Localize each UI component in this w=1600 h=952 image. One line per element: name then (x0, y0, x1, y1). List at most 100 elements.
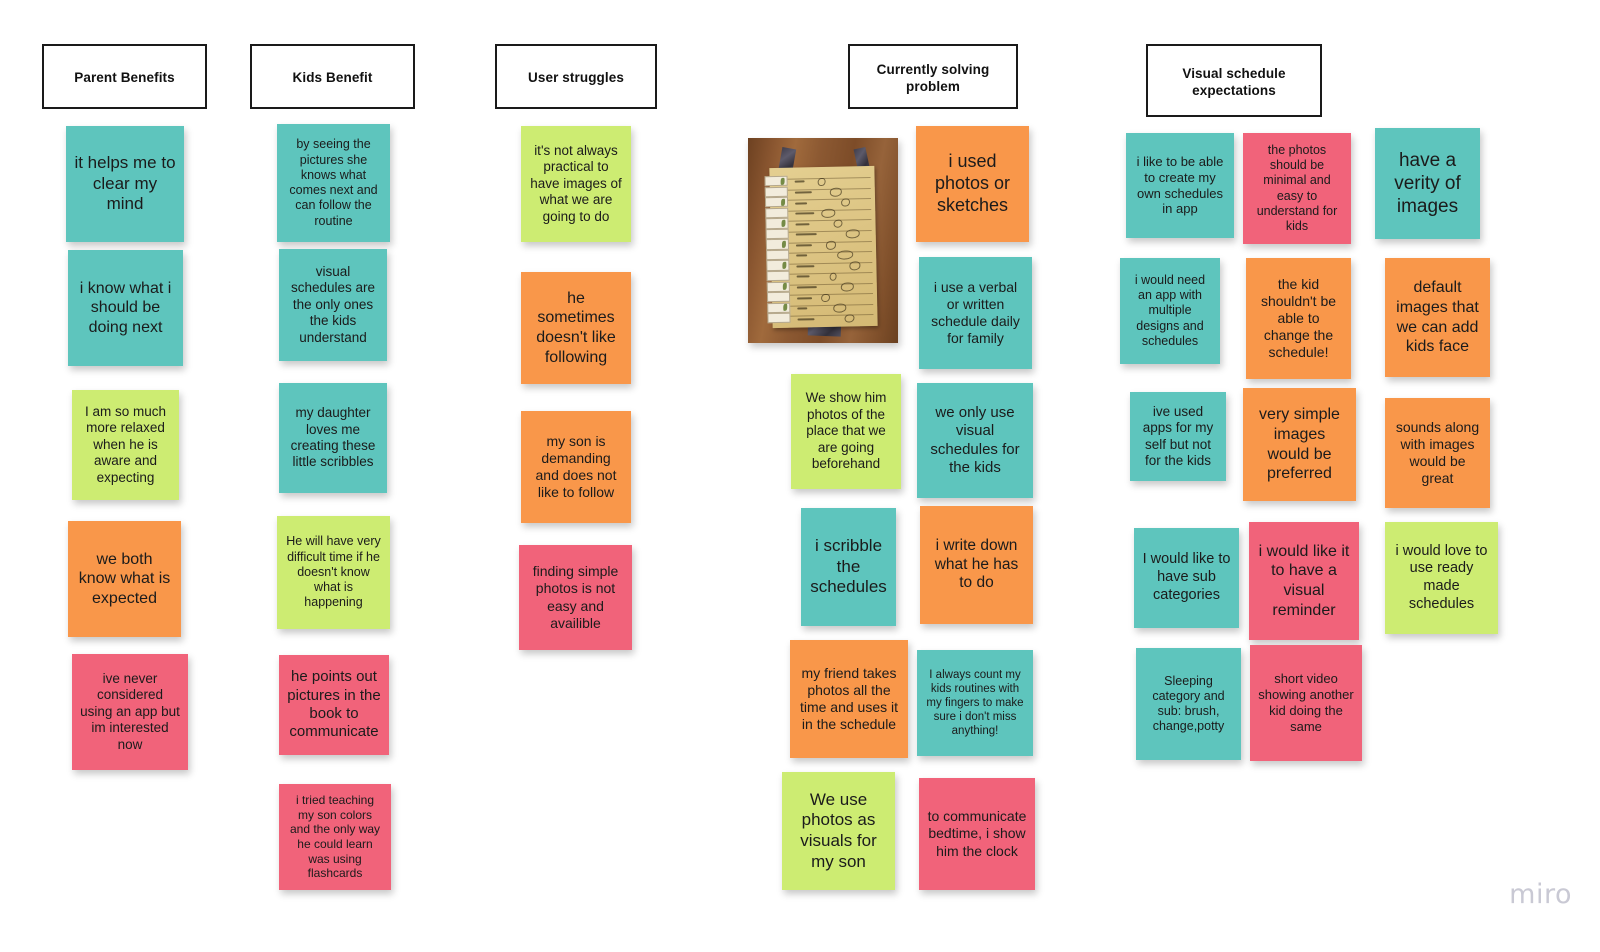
sticky-note-text: to communicate bedtime, i show him the c… (927, 808, 1027, 859)
photo-handwriting-stroke (796, 296, 812, 299)
sticky-note[interactable]: We show him photos of the place that we … (791, 374, 901, 489)
sticky-note[interactable]: it helps me to clear my mind (66, 126, 184, 242)
photo-handwriting-stroke (796, 264, 814, 268)
sticky-note[interactable]: my friend takes photos all the time and … (790, 640, 908, 758)
sticky-note-text: We use photos as visuals for my son (800, 789, 877, 871)
sticky-note-text: the kid shouldn't be able to change the … (1260, 275, 1337, 361)
photo-sketch-doodle (817, 177, 825, 187)
photo-handwriting-stroke (796, 275, 809, 278)
sticky-note-text: my friend takes photos all the time and … (799, 664, 899, 733)
photo-time-label (766, 312, 790, 324)
photo-time-label (766, 291, 790, 303)
sticky-note[interactable]: He will have very difficult time if he d… (277, 516, 390, 629)
sticky-note[interactable]: to communicate bedtime, i show him the c… (919, 778, 1035, 890)
sticky-note[interactable]: I would like to have sub categories (1134, 528, 1239, 628)
sticky-note[interactable]: ive never considered using an app but im… (72, 654, 188, 770)
photo-ruled-line (776, 314, 873, 318)
photo-time-label (765, 249, 789, 261)
sticky-note-text: i used photos or sketches (934, 151, 1011, 215)
photo-sketch-doodle (832, 303, 847, 313)
photo-sketch-doodle (829, 187, 842, 197)
sticky-note[interactable]: i would love to use ready made schedules (1385, 522, 1498, 634)
column-header-visual-schedule-expectations[interactable]: Visual schedule expectations (1146, 44, 1322, 117)
sticky-note[interactable]: We use photos as visuals for my son (782, 772, 895, 890)
sticky-note[interactable]: default images that we can add kids face (1385, 258, 1490, 377)
photo-ruled-line (773, 187, 871, 191)
sticky-note[interactable]: i like to be able to create my own sched… (1126, 133, 1234, 238)
sticky-note-text: short video showing another kid doing th… (1258, 671, 1354, 734)
photo-handwriting-stroke (794, 211, 814, 215)
sticky-note[interactable]: the kid shouldn't be able to change the … (1246, 258, 1351, 379)
sticky-note-text: very simple images would be preferred (1259, 406, 1340, 483)
sticky-note[interactable]: finding simple photos is not easy and av… (519, 545, 632, 650)
photo-sketch-doodle (820, 293, 830, 303)
sticky-note-text: i scribble the schedules (810, 535, 887, 597)
photo-ruled-line (774, 250, 872, 254)
photo-time-label (764, 228, 789, 239)
sticky-note-text: i would like it to have a visual reminde… (1258, 542, 1350, 619)
sticky-note-text: have a verity of images (1394, 149, 1461, 218)
column-header-label: User struggles (528, 70, 624, 86)
photo-ruled-line (775, 282, 873, 286)
miro-board-canvas[interactable]: Parent Benefits it helps me to clear my m… (0, 0, 1600, 952)
column-header-label: Currently solving problem (876, 62, 990, 94)
sticky-note[interactable]: I am so much more relaxed when he is awa… (72, 390, 179, 500)
sticky-note[interactable]: he points out pictures in the book to co… (279, 655, 389, 755)
sticky-note[interactable]: i scribble the schedules (801, 508, 896, 626)
sticky-note[interactable]: have a verity of images (1375, 128, 1480, 239)
sticky-note[interactable]: i know what i should be doing next (68, 250, 183, 366)
sticky-note[interactable]: i used photos or sketches (916, 126, 1029, 242)
sticky-note[interactable]: very simple images would be preferred (1243, 388, 1356, 501)
column-header-parent-benefits[interactable]: Parent Benefits (42, 44, 207, 109)
sticky-note-text: i write down what he has to do (934, 536, 1019, 592)
sticky-note[interactable]: we both know what is expected (68, 521, 181, 637)
sticky-note[interactable]: it's not always practical to have images… (521, 126, 631, 242)
sticky-note[interactable]: i tried teaching my son colors and the o… (279, 784, 391, 890)
column-header-kids-benefit[interactable]: Kids Benefit (250, 44, 415, 109)
sticky-note-text: i know what i should be doing next (79, 279, 172, 336)
sticky-note[interactable]: sounds along with images would be great (1385, 398, 1490, 508)
sticky-note[interactable]: Sleeping category and sub: brush, change… (1136, 648, 1241, 760)
photo-time-label (763, 185, 788, 197)
photo-sketch-doodle (836, 250, 853, 260)
photo-ruled-line (775, 303, 873, 307)
sticky-note[interactable]: the photos should be minimal and easy to… (1243, 133, 1351, 244)
photo-green-marker (781, 261, 786, 269)
column-header-label: Visual schedule expectations (1182, 66, 1286, 98)
sticky-note-text: my son is demanding and does not like to… (535, 432, 617, 501)
photo-sketch-doodle (848, 260, 861, 270)
sticky-note[interactable]: he sometimes doesn't like following (521, 272, 631, 384)
photo-sketch-doodle (844, 229, 860, 239)
sticky-note-text: default images that we can add kids face (1396, 279, 1479, 356)
sticky-note[interactable]: my son is demanding and does not like to… (521, 411, 631, 523)
sticky-note[interactable]: i would like it to have a visual reminde… (1249, 522, 1359, 640)
sticky-note[interactable]: we only use visual schedules for the kid… (917, 383, 1033, 498)
sticky-note[interactable]: i would need an app with multiple design… (1120, 258, 1220, 364)
photo-sketch-doodle (840, 282, 854, 292)
photo-time-label (764, 207, 788, 218)
sticky-note-text: I would like to have sub categories (1142, 551, 1231, 603)
photo-green-marker (781, 240, 786, 248)
photo-handwriting-stroke (795, 254, 807, 257)
photo-ruled-line (774, 240, 872, 244)
sticky-note[interactable]: ive used apps for my self but not for th… (1130, 392, 1226, 481)
photo-handwriting-stroke (794, 201, 807, 204)
sticky-note[interactable]: visual schedules are the only ones the k… (279, 249, 387, 361)
photo-time-label (765, 270, 789, 282)
sticky-note[interactable]: by seeing the pictures she knows what co… (277, 124, 390, 242)
sticky-note[interactable]: I always count my kids routines with my … (917, 650, 1033, 756)
sticky-note[interactable]: i use a verbal or written schedule daily… (919, 257, 1032, 369)
sticky-note[interactable]: short video showing another kid doing th… (1250, 645, 1362, 761)
column-header-currently-solving-problem[interactable]: Currently solving problem (848, 44, 1018, 109)
photo-green-marker (780, 198, 785, 206)
photo-handwriting-stroke (797, 317, 815, 320)
photo-green-marker (780, 219, 785, 227)
sticky-note[interactable]: i write down what he has to do (920, 506, 1033, 624)
sticky-note[interactable]: my daughter loves me creating these litt… (279, 383, 387, 493)
photo-ruled-line (775, 271, 872, 275)
column-header-user-struggles[interactable]: User struggles (495, 44, 657, 109)
handwritten-schedule-photo[interactable] (748, 138, 898, 343)
photo-handwriting-stroke (795, 233, 817, 236)
photo-sketch-doodle (821, 208, 835, 218)
photo-handwriting-stroke (796, 285, 817, 289)
